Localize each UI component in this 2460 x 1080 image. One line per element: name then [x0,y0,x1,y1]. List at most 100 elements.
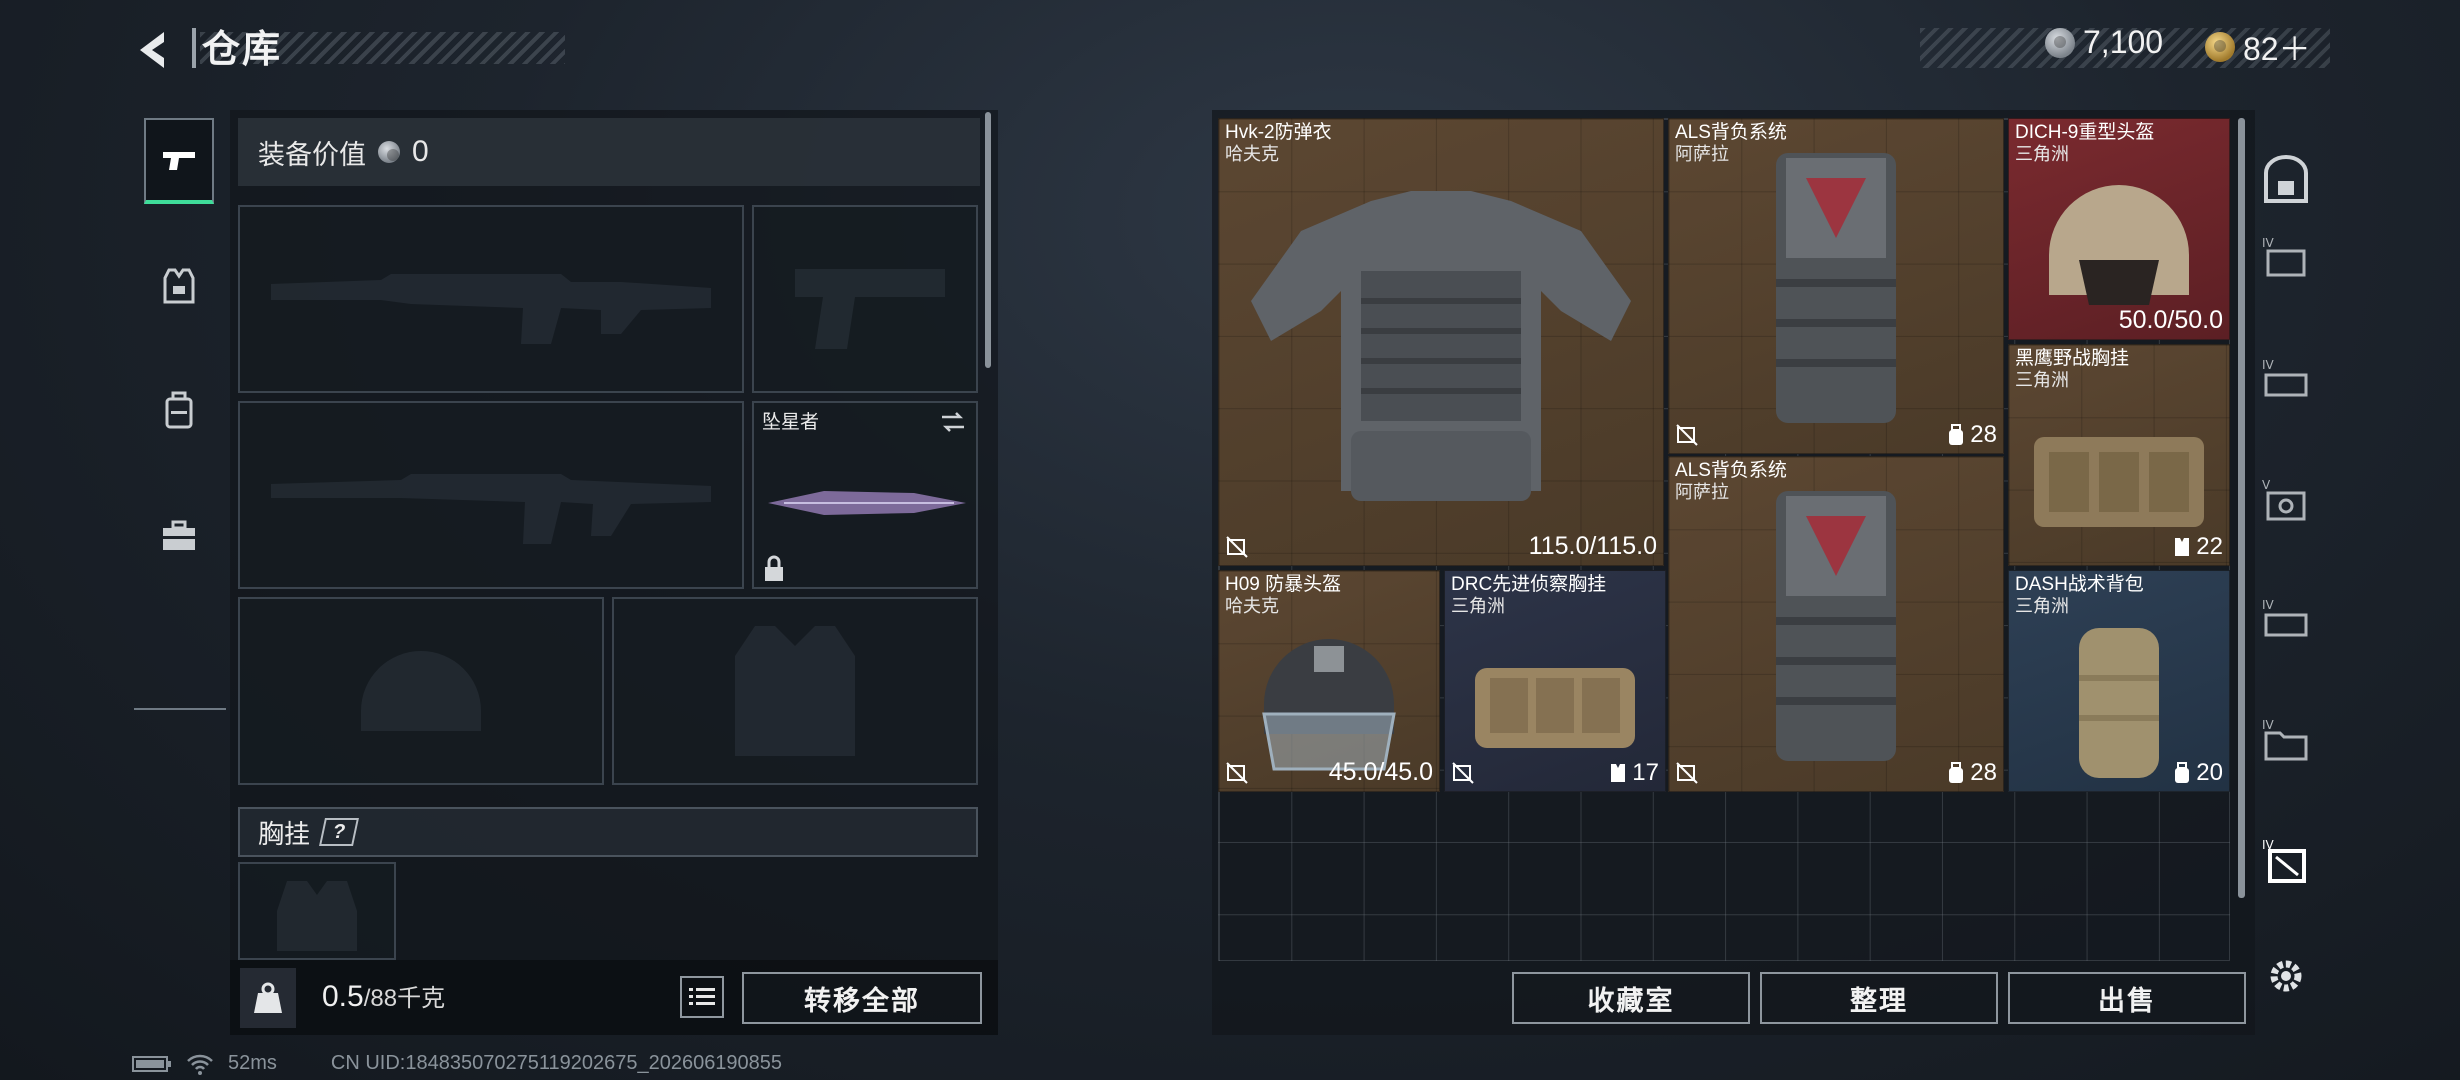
weapon-case-icon: IV [2262,358,2308,397]
ping-value: 52ms [228,1052,277,1074]
inventory-item-riot-helmet[interactable]: H09 防暴头盔 哈夫克 45.0/45.0 [1218,570,1440,792]
riot-helmet-art [1262,638,1396,771]
item-capacity: 20 [2172,759,2223,787]
tab-container-4[interactable]: IV [2256,590,2316,650]
no-trade-icon [1452,762,1474,784]
armor-vest-art [1251,190,1631,501]
svg-text:IV: IV [2262,236,2275,250]
equipment-value-label: 装备价值 [258,139,366,170]
melee-weapon-name: 坠星者 [762,412,820,433]
tab-storage[interactable] [2256,150,2316,210]
inventory-scrollbar[interactable] [2238,118,2245,898]
equipment-value: 0 [412,135,429,168]
folder-case-icon: IV [2262,718,2308,761]
secondary-weapon-slot[interactable] [238,401,744,589]
inventory-item-backpack-2[interactable]: ALS背负系统 阿萨拉 28 [1668,456,2004,792]
armor-slot[interactable] [612,597,978,785]
item-capacity-value: 17 [1632,759,1659,786]
svg-text:IV: IV [2262,718,2275,732]
swap-icon[interactable] [938,409,968,435]
help-icon[interactable]: ? [319,818,359,846]
back-button[interactable] [130,22,180,78]
sell-button[interactable]: 出售 [2008,972,2246,1024]
status-bar: 52ms CN UID:184835070275119202675_202606… [132,1052,782,1075]
svg-text:V: V [2262,478,2271,492]
gold-currency-amount: 82＋ [2243,31,2311,67]
tabs-divider [134,708,226,710]
item-name: H09 防暴头盔 [1225,574,1342,595]
silver-currency[interactable]: 7,100 [2045,24,2163,61]
value-coin-icon [378,141,400,163]
melee-slot[interactable]: 坠星者 [752,401,978,589]
back-arrow-icon [140,32,164,68]
lock-icon [765,555,783,581]
tab-container-6-active[interactable]: IV [2256,830,2316,890]
chest-rig-slot[interactable] [238,862,396,960]
melee-knife-icon [768,491,966,515]
equipment-value-bar: 装备价值 0 [238,118,980,186]
item-maker: 哈夫克 [1225,596,1279,616]
item-maker: 三角洲 [2015,596,2069,616]
no-trade-icon [1226,536,1248,558]
helmet-slot[interactable] [238,597,604,785]
inventory-item-backpack[interactable]: ALS背负系统 阿萨拉 28 [1668,118,2004,454]
tab-gear[interactable] [144,243,214,329]
tab-toolbox[interactable] [144,493,214,579]
loadout-scrollbar[interactable] [985,112,991,368]
item-capacity-value: 22 [2196,533,2223,560]
item-maker: 三角洲 [2015,370,2069,390]
item-durability: 115.0/115.0 [1528,532,1657,560]
tab-container-1[interactable]: IV [2256,228,2316,288]
page-title: 仓库 [202,29,283,71]
ammo-case-icon: IV [2262,598,2308,637]
pistol-silhouette-icon [795,269,945,349]
inventory-item-chest-rig[interactable]: 黑鹰野战胸挂 三角洲 22 [2008,344,2230,566]
svg-text:IV: IV [2262,358,2275,372]
no-trade-icon [1676,424,1698,446]
inventory-item-dash-backpack[interactable]: DASH战术背包 三角洲 20 [2008,570,2230,792]
dash-backpack-art [2079,628,2159,778]
transfer-all-button[interactable]: 转移全部 [742,972,982,1024]
item-name: ALS背负系统 [1675,122,1787,143]
item-name: 黑鹰野战胸挂 [2015,348,2130,369]
item-capacity: 17 [1608,759,1659,787]
settings-button[interactable] [2256,946,2316,1006]
battery-icon [132,1055,171,1072]
inventory-item-armor[interactable]: Hvk-2防弹衣 哈夫克 115.0/115.0 [1218,118,1664,566]
category-tabs [132,108,226,708]
weight-icon [254,982,282,1013]
item-maker: 阿萨拉 [1675,482,1729,502]
collection-room-button[interactable]: 收藏室 [1512,972,1750,1024]
tab-backpack[interactable] [144,368,214,454]
silver-currency-amount: 7,100 [2083,24,2164,60]
tab-container-2[interactable]: IV [2256,350,2316,410]
wifi-icon [187,1054,213,1075]
inventory-item-heavy-helmet[interactable]: DICH-9重型头盔 三角洲 50.0/50.0 [2008,118,2230,340]
heavy-helmet-art [2049,185,2189,305]
list-view-button[interactable] [680,976,724,1018]
item-capacity: 28 [1946,759,1997,787]
item-name: DICH-9重型头盔 [2015,122,2155,143]
organize-button[interactable]: 整理 [1760,972,1998,1024]
pistol-slot[interactable] [752,205,978,393]
primary-weapon-slot[interactable] [238,205,744,393]
weight-icon-box [240,968,296,1028]
gold-coin-icon [2205,32,2235,62]
user-uid: CN UID:184835070275119202675_20260619085… [330,1052,783,1074]
item-capacity: 28 [1946,421,1997,449]
rifle-silhouette-icon-2 [271,474,711,544]
chest-rig-section-header: 胸挂 ? [238,807,978,857]
item-name: Hvk-2防弹衣 [1225,122,1332,143]
chest-rig-silhouette-icon [277,881,357,951]
tab-container-5[interactable]: IV [2256,710,2316,770]
gear-icon [2270,960,2302,992]
item-name: ALS背负系统 [1675,460,1787,481]
vault-icon [2264,155,2308,203]
toolbox-icon [163,520,195,550]
tab-weapons[interactable] [144,118,214,204]
tab-container-3[interactable]: V [2256,470,2316,530]
vest-silhouette-icon [735,626,855,756]
backpack-art [1776,152,1896,423]
gold-currency[interactable]: 82＋ [2205,24,2311,70]
inventory-item-recon-rig[interactable]: DRC先进侦察胸挂 三角洲 17 [1444,570,1666,792]
